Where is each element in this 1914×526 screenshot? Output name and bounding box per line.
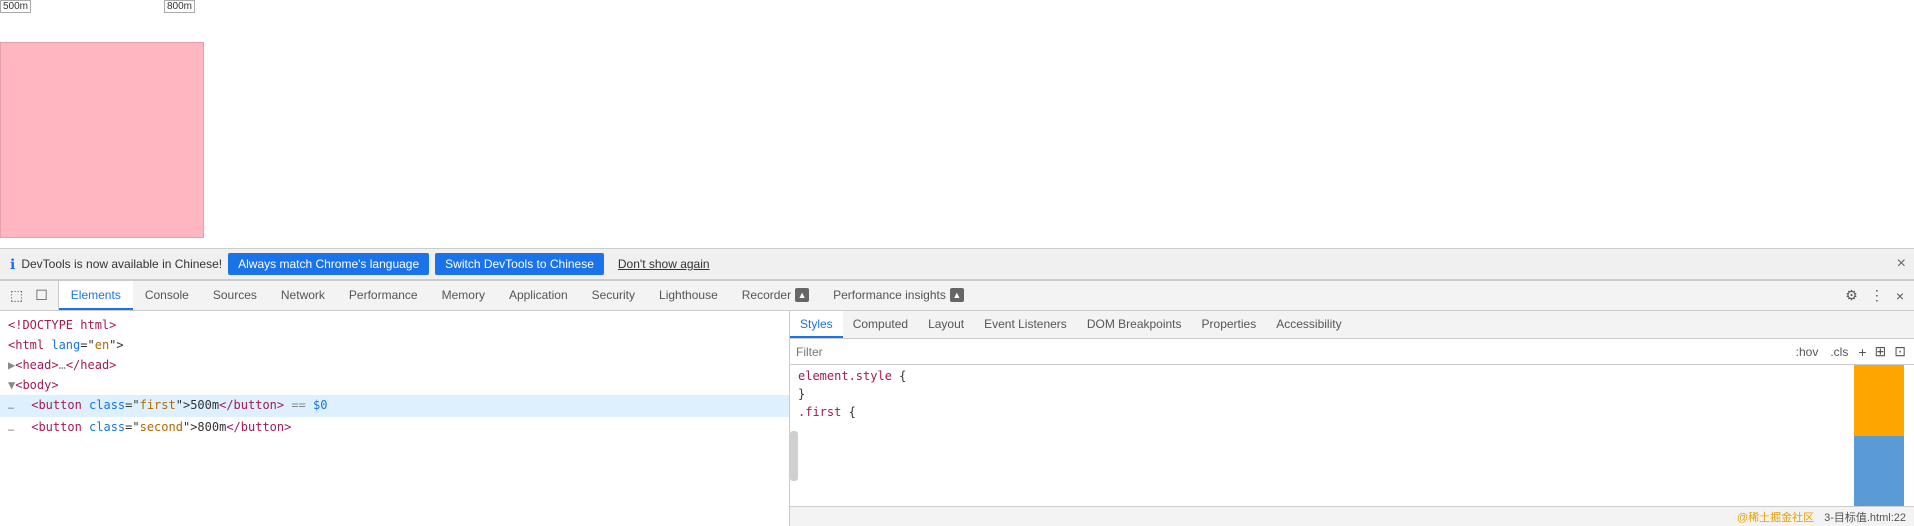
switch-to-chinese-button[interactable]: Switch DevTools to Chinese <box>435 253 604 275</box>
more-options-button[interactable]: ⋮ <box>1866 285 1888 306</box>
color-swatch-panel <box>1854 365 1904 506</box>
filter-icons: + ⊞ ⊡ <box>1856 343 1908 360</box>
styles-tab-layout[interactable]: Layout <box>918 311 974 338</box>
panel-content: <!DOCTYPE html> <html lang="en"> ▶<head>… <box>0 311 1914 526</box>
dom-panel[interactable]: <!DOCTYPE html> <html lang="en"> ▶<head>… <box>0 311 790 526</box>
styles-content: element.style { } .first { <box>790 365 1914 427</box>
styles-scroll-area: element.style { } .first { <box>790 365 1914 506</box>
tab-performance[interactable]: Performance <box>337 281 430 310</box>
tab-recorder[interactable]: Recorder ▲ <box>730 281 821 310</box>
devtools-toolbar-left: ⬚ ☐ <box>0 281 59 310</box>
devtools-panel: ⬚ ☐ Elements Console Sources Network Per… <box>0 280 1914 526</box>
styles-filter-input[interactable] <box>796 345 1788 359</box>
browser-viewport: 500m 800m <box>0 0 1914 248</box>
tab-lighthouse[interactable]: Lighthouse <box>647 281 730 310</box>
settings-button[interactable]: ⚙ <box>1841 285 1862 306</box>
status-bar: @稀土掘金社区 3-目标值.html:22 <box>790 506 1914 526</box>
notification-bar: ℹ DevTools is now available in Chinese! … <box>0 248 1914 280</box>
cls-pseudo-button[interactable]: .cls <box>1826 343 1852 361</box>
styles-scrollbar-thumb[interactable] <box>790 431 798 481</box>
tab-application[interactable]: Application <box>497 281 580 310</box>
styles-tabs-bar: Styles Computed Layout Event Listeners D… <box>790 311 1914 339</box>
first-class-rule: .first { <box>798 405 1906 419</box>
performance-insights-badge: ▲ <box>950 288 964 302</box>
tab-security[interactable]: Security <box>580 281 647 310</box>
dont-show-again-button[interactable]: Don't show again <box>610 253 718 275</box>
dom-line-button-second[interactable]: … <button class="second">800m</button> <box>0 417 789 439</box>
new-style-rule-button[interactable]: ⊞ <box>1873 343 1889 360</box>
watermark-text: @稀土掘金社区 <box>1737 509 1814 525</box>
styles-tab-styles[interactable]: Styles <box>790 311 843 338</box>
status-location: 3-目标值.html:22 <box>1824 509 1906 525</box>
styles-filter-bar: :hov .cls + ⊞ ⊡ <box>790 339 1914 365</box>
notification-text: DevTools is now available in Chinese! <box>21 257 222 271</box>
tab-sources[interactable]: Sources <box>201 281 269 310</box>
devtools-tab-bar: ⬚ ☐ Elements Console Sources Network Per… <box>0 281 1914 311</box>
add-style-rule-button[interactable]: + <box>1856 344 1868 360</box>
dom-line-button-first[interactable]: … <button class="first">500m</button> ==… <box>0 395 789 417</box>
tab-console[interactable]: Console <box>133 281 201 310</box>
hov-pseudo-button[interactable]: :hov <box>1792 343 1823 361</box>
element-style-rule: element.style { <box>798 369 1906 383</box>
recorder-badge: ▲ <box>795 288 809 302</box>
styles-tab-dom-breakpoints[interactable]: DOM Breakpoints <box>1077 311 1192 338</box>
devtools-tabs-list: Elements Console Sources Network Perform… <box>59 281 1835 310</box>
close-devtools-button[interactable]: × <box>1892 286 1908 306</box>
page-element-box <box>0 42 204 238</box>
cursor-tool-button[interactable]: ⬚ <box>6 285 27 306</box>
dom-line-body[interactable]: ▼<body> <box>0 375 789 395</box>
tab-memory[interactable]: Memory <box>430 281 497 310</box>
always-match-language-button[interactable]: Always match Chrome's language <box>228 253 429 275</box>
styles-tab-computed[interactable]: Computed <box>843 311 918 338</box>
ruler-label-800: 800m <box>164 0 195 13</box>
styles-tab-accessibility[interactable]: Accessibility <box>1266 311 1351 338</box>
color-swatch-orange <box>1854 365 1904 436</box>
info-icon: ℹ <box>10 256 15 273</box>
dom-line-doctype: <!DOCTYPE html> <box>0 315 789 335</box>
tab-elements[interactable]: Elements <box>59 281 133 310</box>
toggle-element-state-button[interactable]: ⊡ <box>1892 343 1908 360</box>
tab-network[interactable]: Network <box>269 281 337 310</box>
devtools-toolbar-right: ⚙ ⋮ × <box>1835 281 1914 310</box>
styles-panel: Styles Computed Layout Event Listeners D… <box>790 311 1914 526</box>
dom-line-html: <html lang="en"> <box>0 335 789 355</box>
styles-tab-event-listeners[interactable]: Event Listeners <box>974 311 1077 338</box>
ruler-label-500: 500m <box>0 0 31 13</box>
styles-tab-properties[interactable]: Properties <box>1192 311 1267 338</box>
notification-close-button[interactable]: × <box>1897 255 1906 273</box>
color-swatch-blue <box>1854 436 1904 507</box>
dom-line-head[interactable]: ▶<head>…</head> <box>0 355 789 375</box>
tab-performance-insights[interactable]: Performance insights ▲ <box>821 281 976 310</box>
element-style-close: } <box>798 387 1906 401</box>
inspect-tool-button[interactable]: ☐ <box>31 285 52 306</box>
